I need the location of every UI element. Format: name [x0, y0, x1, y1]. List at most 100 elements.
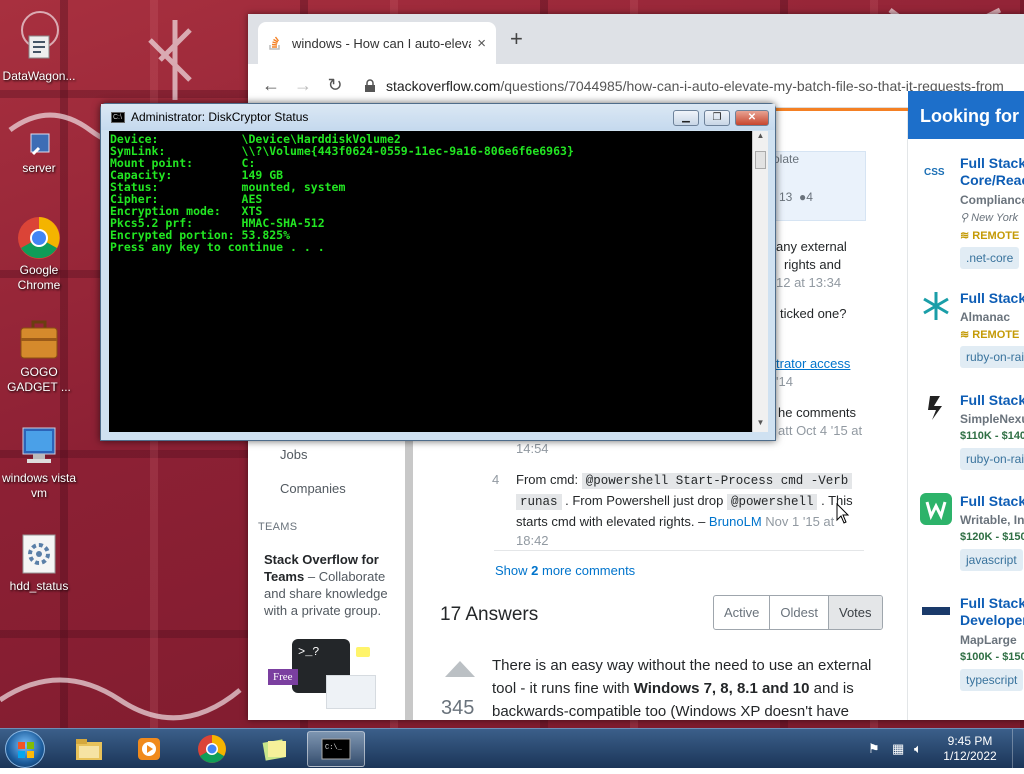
taskbar-sticky-notes[interactable]	[246, 731, 304, 767]
nav-companies[interactable]: Companies	[280, 481, 346, 496]
server-icon	[17, 128, 61, 158]
fragment-text: olate	[773, 152, 800, 166]
job-company: Writable, In	[960, 513, 1024, 527]
chrome-icon	[17, 216, 61, 260]
sort-tab-active[interactable]: Active	[714, 596, 771, 629]
job-title: Full Stack D	[960, 392, 1024, 408]
job-title: Full Stack D	[960, 290, 1024, 306]
job-company: Compliance	[960, 193, 1024, 207]
url-host: stackoverflow.com	[386, 77, 501, 94]
desktop-icon-vista-vm[interactable]: windows vista vm	[0, 424, 78, 501]
answer-vote-count: 345	[441, 697, 475, 719]
tab-title: windows - How can I auto-elevat	[292, 35, 472, 51]
desktop-icon-label: GOGO GADGET ...	[7, 365, 71, 394]
comment-fragment: he comments	[778, 405, 857, 420]
desktop-icon-label: DataWagon...	[2, 69, 76, 83]
taskbar-media-player[interactable]	[120, 731, 178, 767]
close-button[interactable]: ✕	[735, 110, 769, 126]
snowflake-logo-icon	[923, 292, 949, 320]
folder-icon	[76, 739, 102, 760]
forward-icon[interactable]: →	[294, 75, 312, 96]
fragment-num: 13	[779, 190, 793, 204]
taskbar-cmd[interactable]: C:\_	[307, 731, 365, 767]
job-tag[interactable]: ruby-on-rai	[960, 346, 1024, 368]
simplenexus-logo-icon	[928, 396, 942, 420]
upvote-arrow-icon[interactable]	[443, 659, 477, 679]
teams-promo: Stack Overflow for Teams – Collaborate a…	[264, 551, 394, 619]
start-button[interactable]	[5, 730, 45, 768]
cmd-icon: C:\	[111, 111, 125, 123]
tab-strip: windows - How can I auto-elevat × +	[248, 14, 1024, 64]
sort-tabs: Active Oldest Votes	[713, 595, 883, 630]
volume-icon[interactable]: 🔈︎	[914, 741, 922, 757]
taskbar-clock[interactable]: 9:45 PM 1/12/2022	[935, 734, 1005, 764]
answer-bold-text: Windows 7, 8, 8.1 and 10	[633, 680, 810, 697]
job-company: Almanac	[960, 310, 1011, 324]
job-company: MapLarge	[960, 633, 1017, 647]
desktop-icon-datawagon[interactable]: DataWagon...	[0, 22, 78, 84]
comment-text: From cmd:	[516, 472, 582, 487]
show-desktop-button[interactable]	[1012, 729, 1024, 769]
datawagon-icon	[17, 22, 61, 66]
minimize-button[interactable]: ▁	[673, 110, 699, 126]
reload-icon[interactable]: ↻	[326, 75, 344, 96]
network-icon[interactable]: ▦	[892, 741, 904, 757]
cmd-title: Administrator: DiskCryptor Status	[131, 110, 309, 124]
checklist-illustration-icon	[326, 675, 376, 709]
teams-promo-title1: Stack Overflow for	[264, 552, 379, 567]
sort-tab-votes[interactable]: Votes	[828, 596, 882, 629]
taskbar: C:\_ ⚑ ▦ 🔈︎ 9:45 PM 1/12/2022	[0, 728, 1024, 769]
svg-text:CSS: CSS	[924, 167, 945, 178]
cmd-icon: C:\_	[321, 738, 351, 760]
job-tag[interactable]: javascript	[960, 549, 1023, 571]
scroll-up-icon[interactable]: ▲	[753, 131, 768, 145]
comment-code: runas	[516, 494, 562, 510]
comment-author-link[interactable]: BrunoLM	[709, 514, 762, 529]
jobs-header: Looking for	[908, 91, 1024, 139]
show-more-comments-link[interactable]: Show 2 more comments	[495, 561, 635, 580]
cmd-console-output[interactable]: Device: \Device\HarddiskVolume2 SymLink: …	[109, 131, 752, 432]
left-scrollbar[interactable]	[405, 411, 413, 720]
job-tag[interactable]: .net-core	[960, 247, 1020, 269]
comment-link-fragment[interactable]: trator access	[776, 354, 850, 373]
desktop-icon-label: windows vista vm	[1, 471, 77, 500]
teams-header: TEAMS	[258, 521, 298, 533]
chrome-icon	[198, 735, 226, 763]
cmd-scrollbar[interactable]: ▲ ▼	[752, 131, 768, 432]
desktop-icon-hdd-status[interactable]: hdd_status	[0, 532, 78, 594]
gear-file-icon	[17, 532, 61, 576]
job-remote: ≋ REMOTE	[960, 329, 1020, 341]
lock-icon	[365, 78, 375, 92]
comment-fragment: '14	[776, 374, 793, 389]
job-tag[interactable]: typescript	[960, 669, 1024, 691]
job-remote-text: REMOTE	[972, 230, 1020, 242]
back-icon[interactable]: ←	[262, 75, 280, 96]
show-more-text: Show	[495, 563, 532, 578]
maximize-button[interactable]: ❐	[704, 110, 730, 126]
job-location: ⚲ New York	[960, 212, 1018, 224]
teams-illustration: >_? Free	[268, 639, 378, 709]
browser-tab[interactable]: windows - How can I auto-elevat ×	[258, 22, 496, 64]
mouse-cursor-icon	[836, 503, 850, 524]
scroll-down-icon[interactable]: ▼	[753, 418, 768, 432]
desktop-icon-gogo-gadget[interactable]: GOGO GADGET ...	[0, 318, 78, 395]
action-center-icon[interactable]: ⚑	[868, 741, 880, 757]
comment-text: . From Powershell just drop	[561, 493, 727, 508]
desktop-icon-server[interactable]: server	[0, 128, 78, 176]
desktop-icon-chrome[interactable]: Google Chrome	[0, 216, 78, 293]
job-location-text: New York	[971, 212, 1018, 224]
new-tab-icon[interactable]: +	[510, 26, 523, 52]
job-tag[interactable]: ruby-on-rai	[960, 448, 1024, 470]
css-logo-icon: CSS	[922, 165, 950, 178]
scroll-thumb[interactable]	[755, 151, 766, 169]
tab-close-icon[interactable]: ×	[477, 35, 486, 52]
nav-jobs[interactable]: Jobs	[280, 447, 307, 462]
answers-count: 17 Answers	[440, 604, 539, 625]
sort-tab-oldest[interactable]: Oldest	[770, 596, 829, 629]
taskbar-chrome[interactable]	[183, 731, 241, 767]
cmd-window[interactable]: C:\ Administrator: DiskCryptor Status ▁ …	[100, 103, 776, 441]
job-title: Core/React	[960, 172, 1024, 188]
taskbar-explorer[interactable]	[60, 731, 118, 767]
stackoverflow-favicon-icon	[269, 36, 280, 50]
desktop-icon-label: server	[22, 161, 56, 175]
